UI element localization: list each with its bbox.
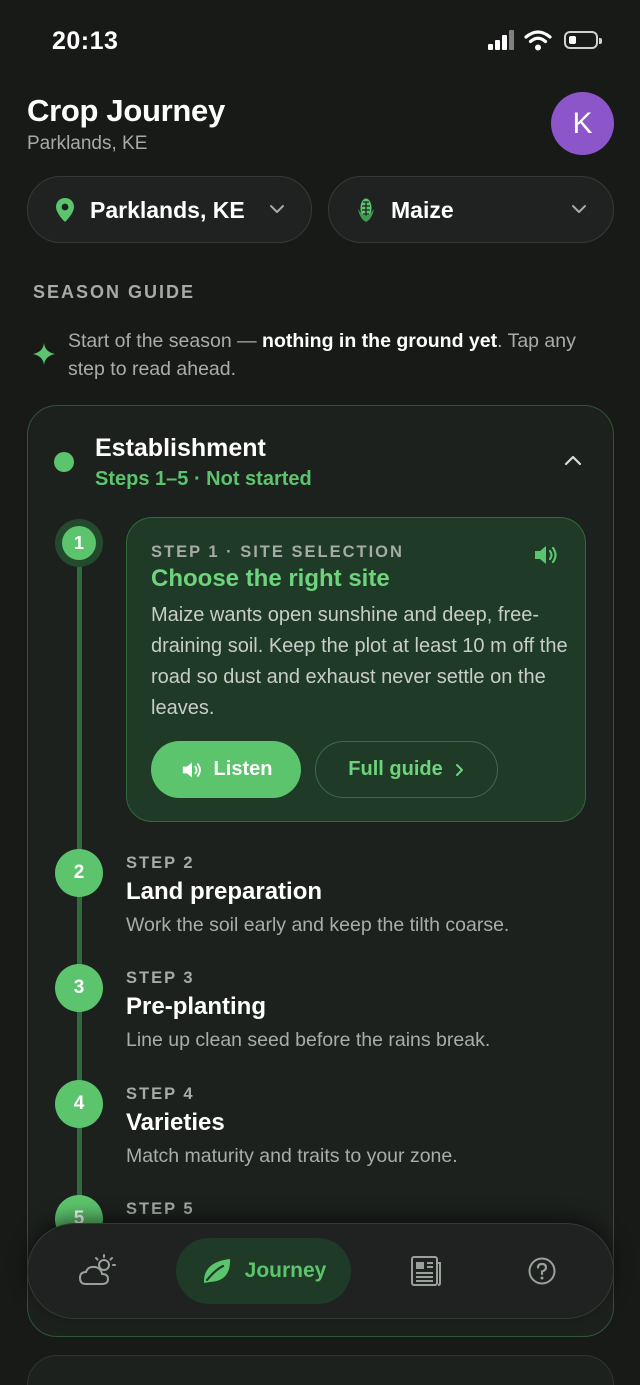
- location-pin-icon: [56, 198, 74, 222]
- step-item-2[interactable]: STEP 2 Land preparation Work the soil ea…: [126, 854, 596, 937]
- leaf-icon: [203, 1259, 230, 1283]
- step-title: Pre-planting: [126, 993, 267, 1020]
- phase-subtitle: Steps 1–5 · Not started: [95, 468, 312, 490]
- avatar[interactable]: K: [551, 92, 614, 155]
- step-desc: Work the soil early and keep the tilth c…: [126, 914, 510, 936]
- step-desc: Match maturity and traits to your zone.: [126, 1145, 458, 1167]
- chevron-up-icon[interactable]: [564, 454, 582, 466]
- chevron-down-icon: [270, 205, 284, 213]
- news-icon: [411, 1256, 441, 1286]
- tab-news[interactable]: [396, 1238, 456, 1304]
- page-subtitle: Parklands, KE: [27, 133, 148, 154]
- tab-journey[interactable]: Journey: [176, 1238, 351, 1304]
- location-selector[interactable]: Parklands, KE: [27, 176, 312, 243]
- step-item-4[interactable]: STEP 4 Varieties Match maturity and trai…: [126, 1085, 596, 1168]
- step-kicker: STEP 3: [126, 969, 195, 987]
- chevron-down-icon: [572, 205, 586, 213]
- step-body: Maize wants open sunshine and deep, free…: [151, 604, 568, 719]
- tab-help[interactable]: [512, 1238, 572, 1304]
- location-label: Parklands, KE: [90, 197, 245, 223]
- active-step-card[interactable]: STEP 1 · SITE SELECTION Choose the right…: [126, 517, 586, 822]
- status-icons: [488, 28, 608, 54]
- hint-text: Start of the season —: [68, 330, 263, 352]
- next-phase-card[interactable]: [27, 1355, 614, 1385]
- step-title: Varieties: [126, 1109, 225, 1136]
- crop-label: Maize: [391, 197, 454, 223]
- step-title: Choose the right site: [151, 565, 390, 592]
- crop-selector[interactable]: Maize: [328, 176, 614, 243]
- step-number-4[interactable]: 4: [55, 1080, 103, 1128]
- phase-status-dot: [54, 452, 74, 472]
- step-kicker: STEP 5: [126, 1200, 195, 1218]
- speaker-icon[interactable]: [533, 543, 559, 567]
- chevron-right-icon: [455, 763, 463, 776]
- tab-journey-label: Journey: [244, 1259, 327, 1282]
- listen-button[interactable]: Listen: [151, 741, 301, 798]
- listen-label: Listen: [213, 758, 273, 780]
- help-icon: [528, 1257, 556, 1285]
- step-number-3[interactable]: 3: [55, 964, 103, 1012]
- step-title: Land preparation: [126, 878, 323, 905]
- step-kicker: STEP 1 · SITE SELECTION: [151, 543, 404, 561]
- battery-icon: [564, 31, 602, 49]
- step-kicker: STEP 2: [126, 854, 195, 872]
- step-item-3[interactable]: STEP 3 Pre-planting Line up clean seed b…: [126, 969, 596, 1052]
- full-guide-label: Full guide: [348, 758, 443, 780]
- status-bar: 20:13: [0, 0, 640, 82]
- step-number-2[interactable]: 2: [55, 849, 103, 897]
- signal-icon: [488, 30, 514, 50]
- season-hint: Start of the season — nothing in the gro…: [68, 327, 608, 383]
- step-item-5[interactable]: STEP 5: [126, 1200, 596, 1219]
- bottom-tab-bar: Journey: [27, 1223, 614, 1319]
- wifi-icon: [524, 30, 552, 51]
- tab-weather[interactable]: [68, 1238, 128, 1304]
- weather-icon: [78, 1254, 116, 1285]
- full-guide-button[interactable]: Full guide: [315, 741, 498, 798]
- status-time: 20:13: [52, 27, 119, 55]
- corn-icon: [358, 198, 374, 222]
- hint-emphasis: nothing in the ground yet: [262, 330, 498, 352]
- page-title: Crop Journey: [27, 93, 225, 128]
- sparkle-icon: [33, 343, 55, 365]
- step-number-1[interactable]: 1: [62, 526, 96, 560]
- section-label-season-guide: SEASON GUIDE: [33, 282, 196, 302]
- phase-title: Establishment: [95, 434, 266, 462]
- step-kicker: STEP 4: [126, 1085, 195, 1103]
- step-desc: Line up clean seed before the rains brea…: [126, 1029, 491, 1051]
- speaker-icon: [182, 762, 201, 777]
- phase-card-establishment: Establishment Steps 1–5 · Not started 1 …: [27, 405, 614, 1337]
